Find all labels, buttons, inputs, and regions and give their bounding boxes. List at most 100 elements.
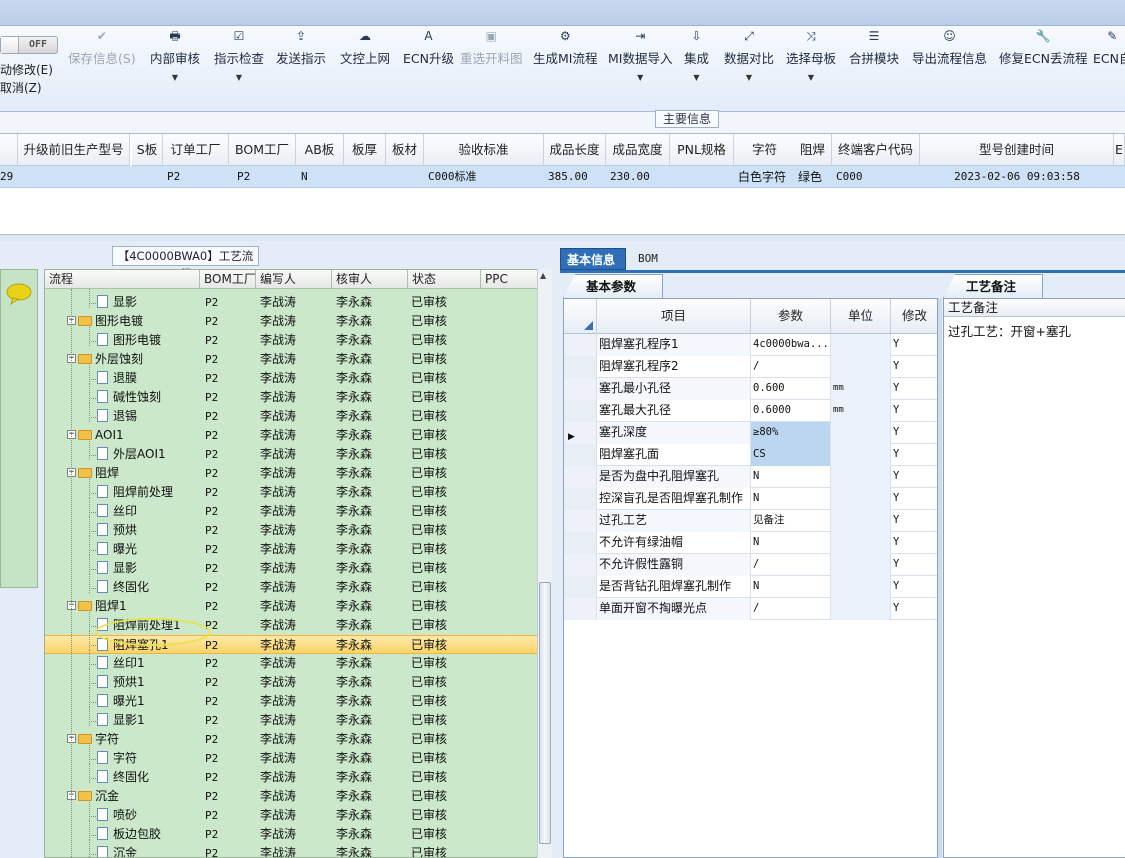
flow-row[interactable]: 阻焊前处理 P2 李战涛 李永森 已审核 (45, 483, 538, 502)
main-col-header[interactable]: S板 (132, 134, 163, 166)
main-col-header[interactable]: 终端客户代码 (832, 134, 920, 166)
flow-row[interactable]: 图形电镀 P2 李战涛 李永森 已审核 (45, 331, 538, 350)
main-col-header[interactable]: 型号创建时间 (920, 134, 1114, 166)
flow-row[interactable]: − 沉金 P2 李战涛 李永森 已审核 (45, 787, 538, 806)
chat-icon[interactable] (5, 283, 33, 305)
main-cell[interactable]: C000 (836, 166, 924, 188)
param-row[interactable]: 过孔工艺 见备注 Y (564, 510, 937, 532)
param-value[interactable]: 见备注 (751, 510, 831, 532)
main-cell[interactable]: 2023-02-06 09:03:58 (920, 166, 1114, 188)
off-toggle[interactable]: OFF (0, 36, 58, 54)
param-row[interactable]: 单面开窗不掏曝光点 / Y (564, 598, 937, 620)
flow-row[interactable]: 板边包胶 P2 李战涛 李永森 已审核 (45, 825, 538, 844)
flow-row[interactable]: 显影1 P2 李战涛 李永森 已审核 (45, 711, 538, 730)
flow-row[interactable]: 喷砂 P2 李战涛 李永森 已审核 (45, 806, 538, 825)
dropdown-arrow-icon[interactable]: ▼ (746, 73, 752, 82)
param-modify[interactable]: Y (891, 466, 937, 488)
main-col-header[interactable]: 升级前旧生产型号 (18, 134, 130, 166)
tab-basic-params[interactable]: 基本参数 (563, 274, 663, 298)
row-header[interactable] (564, 400, 597, 422)
ribbon-button-7[interactable]: ⚙ 生成MI流程 (533, 28, 597, 94)
row-header[interactable] (564, 488, 597, 510)
ribbon-button-2[interactable]: ☑ 指示检查 ▼ (214, 28, 264, 94)
tab-process-memo[interactable]: 工艺备注 (943, 274, 1043, 298)
tree-scroll-thumb[interactable] (539, 582, 551, 844)
param-row[interactable]: 塞孔最小孔径 0.600 mm Y (564, 378, 937, 400)
param-row[interactable]: ▶ 塞孔深度 ≥80% Y (564, 422, 937, 444)
ribbon-button-12[interactable]: ☰ 合拼模块 (849, 28, 899, 94)
ribbon-button-8[interactable]: ⇥ MI数据导入 ▼ (608, 28, 672, 94)
main-col-header[interactable]: AB板 (296, 134, 344, 166)
tab-bom[interactable]: BOM (632, 248, 672, 270)
ribbon-button-6[interactable]: ▣ 重选开料图 (460, 28, 523, 94)
flow-row[interactable]: 曝光 P2 李战涛 李永森 已审核 (45, 540, 538, 559)
param-row[interactable]: 控深盲孔是否阻焊塞孔制作 N Y (564, 488, 937, 510)
main-cell[interactable]: P2 (237, 166, 304, 188)
row-header[interactable] (564, 466, 597, 488)
toggle-knob[interactable] (1, 37, 19, 53)
ribbon-button-11[interactable]: ⤨ 选择母板 ▼ (786, 28, 836, 94)
flow-row[interactable]: − 外层蚀刻 P2 李战涛 李永森 已审核 (45, 350, 538, 369)
param-value[interactable]: N (751, 532, 831, 554)
param-modify[interactable]: Y (891, 378, 937, 400)
params-col-header[interactable]: 参数 (751, 299, 831, 334)
flow-row[interactable]: 丝印1 P2 李战涛 李永森 已审核 (45, 654, 538, 673)
ribbon-button-14[interactable]: 🔧 修复ECN丢流程 (999, 28, 1087, 94)
row-header[interactable] (564, 444, 597, 466)
ribbon-button-5[interactable]: A ECN升级 (403, 28, 454, 94)
main-col-header[interactable]: 订单工厂 (163, 134, 229, 166)
param-modify[interactable]: Y (891, 554, 937, 576)
flow-row[interactable]: − 图形电镀 P2 李战涛 李永森 已审核 (45, 312, 538, 331)
ribbon-button-1[interactable]: 🖶 内部审核 ▼ (150, 28, 200, 94)
main-cell[interactable] (136, 166, 167, 188)
tab-basic-info[interactable]: 基本信息 (560, 248, 626, 270)
row-header[interactable] (564, 598, 597, 620)
flow-row[interactable]: − 字符 P2 李战涛 李永森 已审核 (45, 730, 538, 749)
cancel-label[interactable]: 取消(Z) (0, 79, 42, 96)
param-row[interactable]: 塞孔最大孔径 0.6000 mm Y (564, 400, 937, 422)
memo-text[interactable]: 过孔工艺：开窗+塞孔 (948, 321, 1071, 340)
row-header[interactable] (564, 378, 597, 400)
param-modify[interactable]: Y (891, 444, 937, 466)
flow-row[interactable]: 显影 P2 李战涛 李永森 已审核 (45, 293, 538, 312)
param-value[interactable]: ≥80% (751, 422, 831, 444)
tree-scrollbar[interactable]: ▲ (537, 269, 552, 858)
param-modify[interactable]: Y (891, 598, 937, 620)
ribbon-button-4[interactable]: ☁ 文控上网 (340, 28, 390, 94)
row-header[interactable] (564, 334, 597, 356)
main-col-header[interactable]: BOM工厂 (229, 134, 296, 166)
flow-row[interactable]: 退锡 P2 李战涛 李永森 已审核 (45, 407, 538, 426)
flow-row[interactable]: 曝光1 P2 李战涛 李永森 已审核 (45, 692, 538, 711)
flow-row[interactable]: − AOI1 P2 李战涛 李永森 已审核 (45, 426, 538, 445)
dropdown-arrow-icon[interactable]: ▼ (808, 73, 814, 82)
param-row[interactable]: 不允许有绿油帽 N Y (564, 532, 937, 554)
main-cell[interactable] (1118, 166, 1125, 188)
auto-modify-label[interactable]: 动修改(E) (0, 61, 53, 78)
main-col-header[interactable]: PNL规格 (670, 134, 734, 166)
panel-splitter[interactable] (938, 298, 942, 858)
main-col-header[interactable]: 字符 (734, 134, 796, 166)
row-header[interactable] (564, 356, 597, 378)
ribbon-button-3[interactable]: ⇪ 发送指示 (276, 28, 326, 94)
flow-col-header[interactable]: 编写人 (256, 270, 332, 289)
param-row[interactable]: 阻焊塞孔程序1 4c0000bwa... Y (564, 334, 937, 356)
main-cell[interactable]: 绿色 (798, 166, 836, 188)
flow-col-header[interactable]: 流程 (45, 270, 200, 289)
param-row[interactable]: 是否为盘中孔阻焊塞孔 N Y (564, 466, 937, 488)
flow-row[interactable]: 预烘1 P2 李战涛 李永森 已审核 (45, 673, 538, 692)
param-value[interactable]: 0.600 (751, 378, 831, 400)
param-modify[interactable]: Y (891, 400, 937, 422)
flow-row[interactable]: 显影 P2 李战涛 李永森 已审核 (45, 559, 538, 578)
param-value[interactable]: / (751, 598, 831, 620)
flow-col-header[interactable]: PPC (481, 270, 538, 289)
param-modify[interactable]: Y (891, 510, 937, 532)
main-cell[interactable] (390, 166, 428, 188)
flow-col-header[interactable]: 状态 (408, 270, 481, 289)
main-info-row[interactable]: 29 P2 P2 N C000标准 385.00 230.00 白色字符 绿色 C000 2023-… (0, 166, 1125, 188)
params-col-header[interactable]: 修改 (891, 299, 937, 334)
main-col-header[interactable]: 板厚 (344, 134, 386, 166)
param-modify[interactable]: Y (891, 334, 937, 356)
main-cell[interactable]: 白色字符 (738, 166, 800, 188)
param-modify[interactable]: Y (891, 356, 937, 378)
params-col-header[interactable]: 单位 (831, 299, 891, 334)
